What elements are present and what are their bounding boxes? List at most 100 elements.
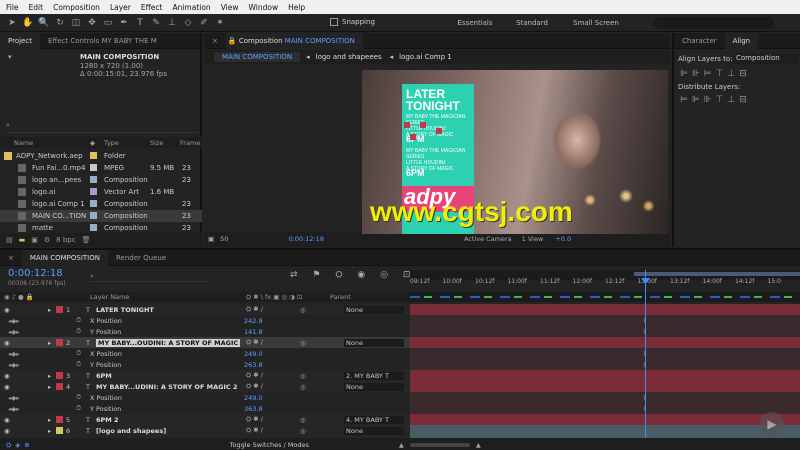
selection-tool-icon[interactable]: ➤ (6, 17, 18, 29)
rotate-tool-icon[interactable]: ↻ (54, 17, 66, 29)
layer-name[interactable]: LATER TONIGHT (96, 306, 154, 314)
tab-main-composition[interactable]: MAIN COMPOSITION (21, 249, 108, 266)
col-size[interactable]: Size (150, 139, 163, 147)
keyframe-nav-icon[interactable]: ◂◆▸ (8, 405, 20, 413)
rectangle-tool-icon[interactable]: ▭ (102, 17, 114, 29)
property-row[interactable]: ◂◆▸ ⏱ Y Position 363.8 (0, 403, 410, 414)
zoom-out-icon[interactable]: ▲ (399, 441, 404, 449)
expand-arrow-icon[interactable]: ▸ (48, 416, 51, 424)
pickwhip-icon[interactable]: ◎ (300, 383, 306, 391)
property-value[interactable]: 363.8 (244, 405, 263, 413)
expand-arrow-icon[interactable]: ▸ (48, 383, 51, 391)
tab-effect-controls[interactable]: Effect Controls MY BABY THE M (40, 33, 165, 49)
toggle-switches-modes[interactable]: Toggle Switches / Modes (230, 441, 309, 449)
layer-duration-bar[interactable] (410, 370, 800, 381)
playhead-line[interactable] (645, 270, 646, 438)
stopwatch-icon[interactable]: ⏱ (76, 404, 81, 413)
stopwatch-icon[interactable]: ⏱ (76, 393, 81, 402)
always-preview-icon[interactable]: ▣ (208, 235, 214, 243)
magnification-dropdown[interactable]: 50 (220, 235, 228, 243)
layer-label-swatch[interactable] (56, 372, 63, 379)
label-color-swatch[interactable] (90, 200, 97, 207)
layer-switches-icons[interactable]: ⛭ ✱ / (246, 338, 263, 347)
layer-row[interactable]: ◉ ▸ 4 T MY BABY...UDINI: A STORY OF MAGIC 2 ⛭… (0, 381, 410, 392)
layer-switches-icon[interactable]: ⛭ (6, 441, 11, 450)
tab-align[interactable]: Align (724, 32, 759, 49)
pickwhip-icon[interactable]: ◎ (300, 372, 306, 380)
distribute-buttons-row[interactable]: ⊨⊫⊪⊤⊥⊟ (680, 95, 751, 105)
menu-item-view[interactable]: View (221, 3, 239, 12)
hand-tool-icon[interactable]: ✋ (22, 17, 34, 29)
workspace-essentials[interactable]: Essentials (446, 17, 504, 29)
stopwatch-icon[interactable]: ⏱ (76, 316, 81, 325)
property-value[interactable]: 249.0 (244, 350, 263, 358)
breadcrumb-logo-shapes[interactable]: logo and shapeees (316, 53, 382, 61)
layer-duration-bar[interactable] (410, 425, 800, 436)
project-search-input[interactable]: ⌕ (6, 121, 198, 133)
snapping-checkbox[interactable] (330, 18, 338, 26)
type-tool-icon[interactable]: T (134, 17, 146, 29)
stopwatch-icon[interactable]: ⏱ (76, 349, 81, 358)
work-area-range[interactable] (634, 272, 800, 276)
layer-duration-bar[interactable] (410, 304, 800, 315)
menu-item-help[interactable]: Help (288, 3, 305, 12)
property-value[interactable]: 249.0 (244, 394, 263, 402)
anchor-point-handle[interactable] (410, 134, 416, 140)
list-item[interactable]: Fun Fai...0.mp4 MPEG 9.5 MB 23 (0, 162, 202, 174)
tab-render-queue[interactable]: Render Queue (108, 250, 174, 266)
eye-icon[interactable]: ◉ (4, 306, 10, 314)
zoom-in-icon[interactable]: ▲ (476, 441, 481, 449)
parent-dropdown[interactable]: None (344, 382, 404, 391)
parent-dropdown[interactable]: 4. MY BABY T (344, 415, 404, 424)
property-row[interactable]: ◂◆▸ ⏱ Y Position 141.8 (0, 326, 410, 337)
list-item[interactable]: logo.ai Vector Art 1.6 MB (0, 186, 202, 198)
keyframe-nav-icon[interactable]: ◂◆▸ (8, 317, 20, 325)
label-color-swatch[interactable] (90, 188, 97, 195)
parent-dropdown[interactable]: None (344, 305, 404, 314)
in-out-icon[interactable]: ⊕ (24, 441, 29, 449)
eraser-tool-icon[interactable]: ◇ (182, 17, 194, 29)
layer-label-swatch[interactable] (56, 416, 63, 423)
menu-item-animation[interactable]: Animation (172, 3, 210, 12)
exposure-value[interactable]: +0.0 (555, 235, 571, 243)
eye-icon[interactable]: ◉ (4, 427, 10, 435)
new-comp-icon[interactable]: ▣ (31, 236, 38, 244)
eye-icon[interactable]: ◉ (4, 383, 10, 391)
camera-tool-icon[interactable]: ◫ (70, 17, 82, 29)
layer-label-swatch[interactable] (56, 383, 63, 390)
layer-row[interactable]: ◉ ▸ 1 T LATER TONIGHT ⛭ ✱ / ◎ None (0, 304, 410, 315)
layer-duration-bar[interactable] (410, 381, 800, 392)
timeline-zoom-slider[interactable] (409, 443, 470, 447)
layer-duration-bar[interactable] (410, 414, 800, 425)
menu-item-window[interactable]: Window (249, 3, 279, 12)
workspace-standard[interactable]: Standard (506, 17, 558, 29)
transfer-controls-icon[interactable]: ◈ (15, 441, 20, 449)
list-item[interactable]: logo.ai Comp 1 Composition 23 (0, 198, 202, 210)
label-color-swatch[interactable] (90, 224, 97, 231)
list-item[interactable]: ADPY_Network.aep Folder (0, 150, 202, 162)
label-color-swatch[interactable] (90, 212, 97, 219)
pan-behind-tool-icon[interactable]: ✥ (86, 17, 98, 29)
keyframe-nav-icon[interactable]: ◂◆▸ (8, 328, 20, 336)
property-row[interactable]: ◂◆▸ ⏱ Y Position 263.8 (0, 359, 410, 370)
bpc-button[interactable]: 8 bpc (56, 236, 75, 244)
parent-dropdown[interactable]: None (344, 338, 404, 347)
menu-item-effect[interactable]: Effect (141, 3, 163, 12)
property-row[interactable]: ◂◆▸ ⏱ X Position 249.0 (0, 348, 410, 359)
layer-name[interactable]: 6PM (96, 372, 112, 380)
menu-item-composition[interactable]: Composition (53, 3, 100, 12)
pickwhip-icon[interactable]: ◎ (300, 339, 306, 347)
puppet-tool-icon[interactable]: ✶ (214, 17, 226, 29)
breadcrumb-main[interactable]: MAIN COMPOSITION (214, 52, 301, 62)
label-color-swatch[interactable] (90, 152, 97, 159)
list-item[interactable]: logo an...pees Composition 23 (0, 174, 202, 186)
expand-arrow-icon[interactable]: ▸ (48, 306, 51, 314)
roto-brush-tool-icon[interactable]: ✐ (198, 17, 210, 29)
lock-icon[interactable]: 🔒 (228, 37, 237, 45)
views-dropdown[interactable]: 1 View (522, 235, 544, 243)
label-color-swatch[interactable] (90, 164, 97, 171)
stopwatch-icon[interactable]: ⏱ (76, 327, 81, 336)
tab-project[interactable]: Project (0, 32, 40, 49)
property-row[interactable]: ◂◆▸ ⏱ X Position 249.0 (0, 392, 410, 403)
eye-icon[interactable]: ◉ (4, 416, 10, 424)
